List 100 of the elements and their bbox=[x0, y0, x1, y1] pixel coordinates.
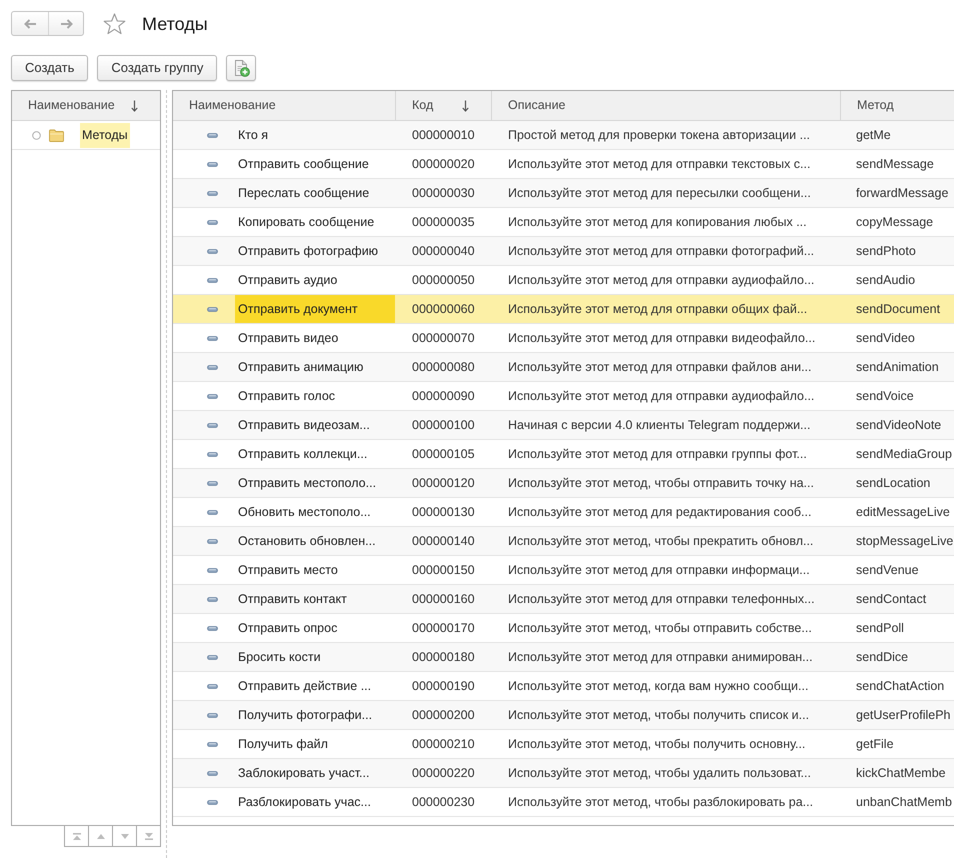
column-header[interactable]: Код bbox=[412, 96, 434, 115]
dash-icon bbox=[207, 538, 218, 544]
skip-down-icon bbox=[144, 832, 152, 840]
method-cell-text: sendVoice bbox=[855, 388, 915, 405]
code-cell-text: 000000030 bbox=[411, 184, 476, 202]
column-header[interactable]: Наименование bbox=[189, 96, 276, 115]
star-icon[interactable] bbox=[103, 12, 126, 34]
code-cell-text: 000000080 bbox=[411, 358, 476, 376]
table-row[interactable]: Отправить документ 000000060 Используйте этот метод для отправки общих фай... sendDocument bbox=[173, 295, 954, 324]
table-row[interactable]: Переслать сообщение 000000030 Используйте этот метод для пересылки сообщени... forwardMessage bbox=[173, 179, 954, 208]
code-cell-text: 000000100 bbox=[411, 416, 476, 434]
name-cell-text: Отправить видеозам... bbox=[237, 416, 371, 434]
method-cell-text: sendLocation bbox=[855, 474, 932, 492]
description-cell-text: Используйте этот метод для отправки группы фот... bbox=[507, 446, 808, 463]
name-cell-text: Обновить местополо... bbox=[237, 504, 372, 521]
code-cell-text: 000000200 bbox=[411, 706, 476, 724]
name-cell-text: Бросить кости bbox=[237, 648, 322, 666]
table-row[interactable]: Отправить контакт 000000160 Используйте этот метод для отправки телефонных... sendContact bbox=[173, 585, 954, 614]
method-cell-text: getFile bbox=[855, 736, 895, 753]
table-row[interactable]: Отправить видеозам... 000000100 Начиная с версии 4.0 клиенты Telegram поддержи... sendVideoNote bbox=[173, 411, 954, 440]
name-cell-text: Заблокировать участ... bbox=[237, 764, 370, 782]
code-cell-text: 000000035 bbox=[411, 214, 476, 231]
skip-up-icon bbox=[72, 832, 80, 840]
circle-icon bbox=[32, 130, 41, 140]
arrow-left-icon bbox=[24, 18, 36, 28]
code-cell-text: 000000180 bbox=[411, 648, 476, 666]
dash-icon bbox=[207, 132, 218, 138]
name-cell-text: Отправить контакт bbox=[237, 590, 348, 608]
method-cell-text: sendDice bbox=[855, 648, 910, 666]
name-cell: Отправить документ bbox=[235, 295, 395, 323]
description-cell-text: Используйте этот метод, чтобы разблокировать ра... bbox=[507, 794, 814, 811]
name-cell-text: Кто я bbox=[237, 126, 270, 144]
table-row[interactable]: Отправить фотографию 000000040 Используйте этот метод для отправки фотографий... sendPhoto bbox=[173, 237, 954, 266]
add-document-button[interactable] bbox=[226, 55, 256, 81]
dash-icon bbox=[207, 568, 218, 572]
name-cell-text: Переслать сообщение bbox=[237, 184, 370, 202]
description-cell-text: Простой метод для проверки токена авторизации ... bbox=[507, 126, 812, 144]
description-cell-text: Используйте этот метод для отправки телефонных... bbox=[507, 590, 816, 608]
method-cell-text: sendVideoNote bbox=[855, 416, 942, 434]
document-plus-icon bbox=[232, 60, 250, 76]
dash-icon bbox=[207, 510, 218, 514]
column-header[interactable]: Наименование bbox=[28, 96, 115, 115]
code-cell-text: 000000120 bbox=[411, 474, 476, 492]
method-cell-text: sendVideo bbox=[855, 330, 916, 347]
name-cell-text: Отправить видео bbox=[237, 330, 340, 347]
toolbar-button[interactable]: Создать группу bbox=[97, 55, 218, 81]
description-cell-text: Используйте этот метод для отправки анимирован... bbox=[507, 648, 814, 666]
dash-icon bbox=[207, 306, 218, 312]
dash-icon bbox=[207, 452, 218, 456]
description-cell-text: Используйте этот метод, чтобы отправить собстве... bbox=[507, 620, 813, 637]
description-cell-text: Используйте этот метод, чтобы получить основну... bbox=[507, 736, 806, 753]
column-header[interactable]: Описание bbox=[508, 96, 566, 115]
dash-icon bbox=[207, 190, 218, 196]
method-cell-text: sendMessage bbox=[855, 156, 935, 173]
description-cell-text: Используйте этот метод для отправки информаци... bbox=[507, 562, 811, 579]
table-row[interactable]: Отправить местополо... 000000120 Используйте этот метод, чтобы отправить точку на... sendLocation bbox=[173, 469, 954, 498]
column-header[interactable]: Метод bbox=[857, 96, 894, 115]
description-cell-text: Используйте этот метод для отправки файлов ани... bbox=[507, 358, 812, 376]
code-cell-text: 000000050 bbox=[411, 272, 476, 289]
dash-icon bbox=[207, 770, 218, 776]
method-cell-text: sendDocument bbox=[855, 300, 942, 318]
dash-icon bbox=[207, 684, 218, 688]
code-cell-text: 000000010 bbox=[411, 126, 476, 144]
table-row[interactable]: Получить фотографи... 000000200 Используйте этот метод, чтобы получить список и... getUserProfilePh bbox=[173, 701, 954, 730]
toolbar-button[interactable]: Создать bbox=[11, 55, 88, 81]
name-cell-text: Отправить аудио bbox=[237, 272, 338, 289]
description-cell-text: Используйте этот метод для редактирования сооб... bbox=[507, 504, 812, 521]
table-row[interactable]: Бросить кости 000000180 Используйте этот метод для отправки анимирован... sendDice bbox=[173, 643, 954, 672]
code-cell-text: 000000105 bbox=[411, 446, 476, 463]
table-row[interactable]: Заблокировать участ... 000000220 Используйте этот метод, чтобы удалить пользоват... kickChatMembe bbox=[173, 759, 954, 788]
description-cell-text: Используйте этот метод, чтобы отправить точку на... bbox=[507, 474, 815, 492]
description-cell-text: Используйте этот метод, чтобы удалить пользоват... bbox=[507, 764, 812, 782]
dash-icon bbox=[207, 422, 218, 428]
table-row[interactable]: Отправить анимацию 000000080 Используйте этот метод для отправки файлов ани... sendAnimation bbox=[173, 353, 954, 382]
description-cell-text: Используйте этот метод для пересылки сообщени... bbox=[507, 184, 812, 202]
dash-icon bbox=[207, 220, 218, 224]
dash-icon bbox=[207, 394, 218, 398]
name-cell-text: Получить файл bbox=[237, 736, 329, 753]
triangle-up-icon bbox=[96, 834, 104, 838]
dash-icon bbox=[207, 742, 218, 746]
method-cell-text: sendVenue bbox=[855, 562, 920, 579]
name-cell-text: Получить фотографи... bbox=[237, 706, 374, 724]
name-cell-text: Отправить сообщение bbox=[237, 156, 370, 173]
description-cell-text: Используйте этот метод для отправки общих фай... bbox=[507, 300, 808, 318]
description-cell-text: Используйте этот метод для отправки текстовых с... bbox=[507, 156, 812, 173]
description-cell-text: Используйте этот метод, когда вам нужно сообщи... bbox=[507, 678, 810, 695]
name-cell-text: Разблокировать учас... bbox=[237, 794, 372, 811]
dash-icon bbox=[207, 712, 218, 718]
name-cell-text: Отправить голос bbox=[237, 388, 336, 405]
dash-icon bbox=[207, 248, 218, 254]
tree-item[interactable]: Методы bbox=[80, 122, 130, 148]
table-row[interactable]: Остановить обновлен... 000000140 Используйте этот метод, чтобы прекратить обновл... stopMessageLive bbox=[173, 527, 954, 556]
name-cell-text: Отправить опрос bbox=[237, 620, 338, 637]
method-cell-text: sendChatAction bbox=[855, 678, 946, 695]
method-cell-text: forwardMessage bbox=[855, 184, 950, 202]
name-cell-text: Остановить обновлен... bbox=[237, 532, 377, 550]
description-cell-text: Используйте этот метод для отправки фотографий... bbox=[507, 242, 816, 260]
dash-icon bbox=[207, 162, 218, 166]
table-row[interactable]: Кто я 000000010 Простой метод для проверки токена авторизации ... getMe bbox=[173, 121, 954, 150]
code-cell-text: 000000020 bbox=[411, 156, 476, 173]
